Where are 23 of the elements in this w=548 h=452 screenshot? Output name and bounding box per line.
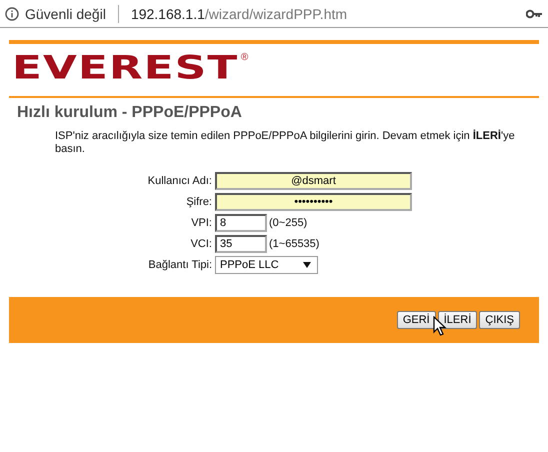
range-hint: (0~255)	[269, 217, 308, 229]
input-field[interactable]: ••••••••••	[215, 193, 412, 211]
field-label: Kullanıcı Adı:	[146, 175, 212, 187]
wizard-button[interactable]: GERİ	[396, 311, 436, 329]
logo: EVEREST®	[11, 48, 250, 88]
dropdown[interactable]: PPPoE LLC	[215, 256, 318, 274]
field-label: Bağlantı Tipi:	[147, 259, 212, 271]
wizard-button[interactable]: ÇIKIŞ	[479, 311, 520, 329]
url-text[interactable]: 192.168.1.1/wizard/wizardPPP.htm	[130, 6, 348, 22]
input-field[interactable]: @dsmart	[215, 172, 412, 190]
field-label: VCI:	[190, 238, 212, 250]
dropdown-arrow-icon	[303, 262, 311, 268]
input-field[interactable]: 35	[215, 235, 267, 253]
page-title: Hızlı kurulum - PPPoE/PPPoA	[17, 104, 243, 122]
range-hint: (1~65535)	[269, 238, 320, 250]
input-field[interactable]: 8	[215, 214, 267, 232]
key-icon[interactable]	[526, 8, 542, 18]
info-icon[interactable]	[5, 6, 19, 20]
field-label: Şifre:	[185, 196, 212, 208]
wizard-button[interactable]: İLERİ	[438, 311, 478, 329]
field-label: VPI:	[190, 217, 212, 229]
instruction-text: ISP'niz aracılığıyla size temin edilen PPPoE/PPPoA bilgilerini girin. Devam etmek için İLERİ'ye basın.	[55, 130, 516, 156]
security-label: Güvenli değil	[25, 6, 106, 22]
